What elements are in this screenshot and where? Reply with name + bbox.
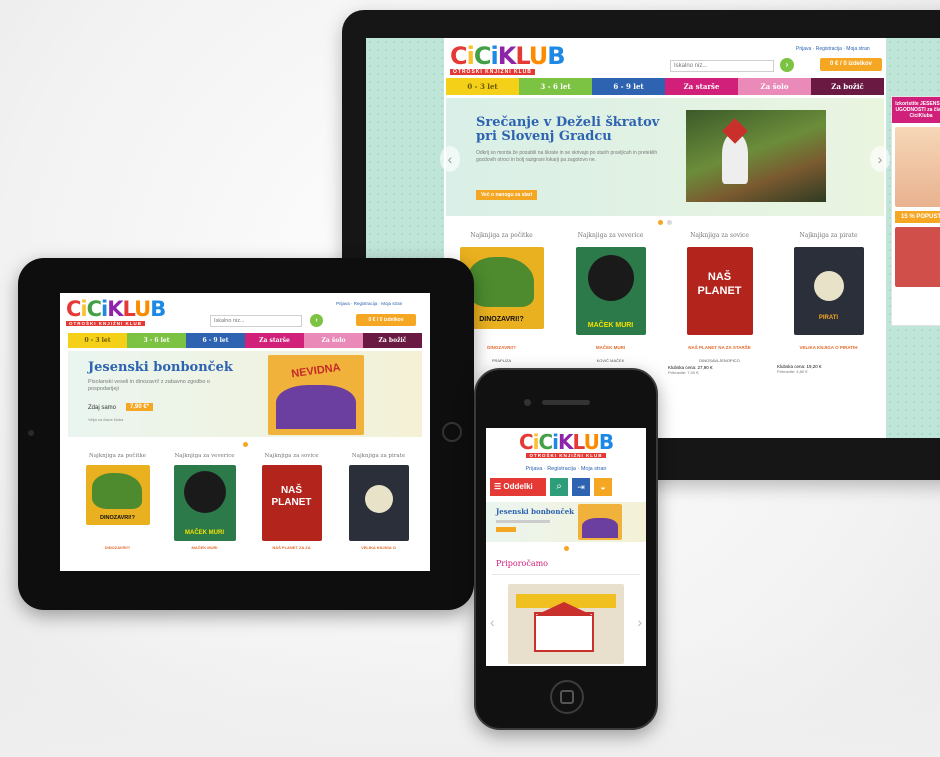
main-nav: 0 - 3 let 3 - 6 let 6 - 9 let Za starše …: [446, 78, 884, 95]
product-card[interactable]: Najknjiga za pirate VELIKA KNJIGA O: [339, 453, 418, 550]
price-badge: 7,90 €*: [126, 403, 154, 411]
featured-product-image[interactable]: [508, 584, 624, 664]
hero-title: Jesenski bonbonček: [88, 360, 233, 375]
nav-item[interactable]: Za božič: [811, 78, 884, 95]
search-input[interactable]: Iskalno niz...: [210, 315, 302, 327]
section-title: Priporočamo: [496, 559, 548, 568]
prev-arrow-icon[interactable]: ‹: [490, 614, 495, 630]
column-heading: Najknjiga za sovice: [690, 232, 749, 239]
hero-book[interactable]: NEVIDNA: [268, 355, 364, 435]
top-links[interactable]: Prijava · Registracija · Moja stran: [486, 466, 646, 472]
nav-item[interactable]: Za starše: [665, 78, 738, 95]
slider-dots: [486, 546, 646, 551]
tablet: CiCiKLUB OTROŠKI KNJIŽNI KLUB Prijava · …: [18, 258, 474, 610]
device-showcase: CiCiKLUB OTROŠKI KNJIŽNI KLUB Prijava · …: [0, 0, 940, 757]
search-icon[interactable]: ›: [310, 314, 323, 327]
hero-slider: Jesenski bonbonček Pisolanski veseli in …: [68, 351, 422, 437]
tablet-screen: CiCiKLUB OTROŠKI KNJIŽNI KLUB Prijava · …: [60, 293, 430, 571]
book-cover[interactable]: PIRATI: [793, 247, 864, 335]
phone-screen: CiCiKLUB OTROŠKI KNJIŽNI KLUB Prijava · …: [486, 428, 646, 666]
login-icon[interactable]: ⇥: [572, 478, 590, 496]
main-nav: 0 - 3 let 3 - 6 let 6 - 9 let Za starše …: [68, 333, 422, 348]
nav-item[interactable]: 0 - 3 let: [446, 78, 519, 95]
logo[interactable]: CiCiKLUB OTROŠKI KNJIŽNI KLUB: [66, 299, 166, 326]
hero-image: [686, 110, 826, 202]
product-card[interactable]: Najknjiga za veverice MAČEK MURI MAČEK M…: [559, 232, 662, 375]
product-card[interactable]: Najknjiga za sovice NAŠ PLANET NAŠ PLANE…: [668, 232, 771, 375]
hero-button[interactable]: Več o nanogu za stari: [476, 190, 538, 200]
book-cover[interactable]: MAČEK MURI: [575, 247, 646, 335]
search-input[interactable]: Iskalno niz...: [670, 60, 774, 72]
slider-dots: [444, 220, 886, 225]
home-button[interactable]: [442, 422, 462, 442]
side-banner[interactable]: Izkoristite JESENSKE UGODNOSTI za člane …: [891, 96, 940, 326]
slider-prev-icon[interactable]: ‹: [440, 146, 460, 172]
cart-icon[interactable]: ◒: [594, 478, 612, 496]
menu-button[interactable]: ☰ Oddelki: [490, 478, 546, 496]
logo-tagline: OTROŠKI KNJIŽNI KLUB: [450, 69, 535, 75]
hamburger-icon: ☰: [494, 482, 502, 491]
cart-button[interactable]: 0 € / 0 izdelkov: [820, 58, 882, 71]
column-heading: Najknjiga za pirate: [799, 232, 858, 239]
top-links[interactable]: Prijava · Registracija · Moja stran: [796, 46, 870, 52]
cart-button[interactable]: 0 € / 0 izdelkov: [356, 314, 416, 326]
hero-text: Odkrij so morda že pozabili na škrate in…: [476, 150, 658, 163]
product-card[interactable]: Najknjiga za počitke DINOZAVRI!? DINOZAV…: [78, 453, 157, 550]
hero-slider: Jesenski bonbonček: [486, 502, 646, 542]
column-heading: Najknjiga za počitke: [470, 232, 533, 239]
product-card[interactable]: Najknjiga za veverice MAČEK MURI MAČEK M…: [165, 453, 244, 550]
family-photo: [895, 127, 940, 207]
product-columns: Najknjiga za počitke DINOZAVRI!? DINOZAV…: [450, 232, 880, 375]
hero-text: Pisolanski veseli in dinozavri! z zabavn…: [88, 379, 210, 393]
logo[interactable]: CiCiKLUB OTROŠKI KNJIŽNI KLUB: [486, 432, 646, 458]
nav-item[interactable]: Za šolo: [738, 78, 811, 95]
nav-item[interactable]: 3 - 6 let: [519, 78, 592, 95]
slider-dots: [60, 442, 430, 447]
phone: CiCiKLUB OTROŠKI KNJIŽNI KLUB Prijava · …: [474, 368, 658, 730]
search-icon[interactable]: ⌕: [550, 478, 568, 496]
book-cover[interactable]: NAŠ PLANET: [686, 247, 753, 335]
product-columns: Najknjiga za počitke DINOZAVRI!? DINOZAV…: [78, 453, 418, 550]
logo[interactable]: CiCiKLUB OTROŠKI KNJIŽNI KLUB: [450, 44, 566, 75]
floor-shadow: [0, 637, 940, 757]
hero-title: Srečanje v Deželi škratov pri Slovenj Gr…: [476, 115, 660, 145]
slider-next-icon[interactable]: ›: [870, 146, 890, 172]
product-card[interactable]: Najknjiga za pirate PIRATI VELIKA KNJIGA…: [777, 232, 880, 375]
nav-item[interactable]: 6 - 9 let: [592, 78, 665, 95]
next-arrow-icon[interactable]: ›: [637, 614, 642, 630]
column-heading: Najknjiga za veverice: [577, 232, 644, 239]
product-card[interactable]: Najknjiga za sovice NAŠ PLANET NAŠ PLANE…: [252, 453, 331, 550]
hero-title: Jesenski bonbonček: [496, 507, 575, 516]
search-icon[interactable]: ›: [780, 58, 794, 72]
top-links[interactable]: Prijava · Registracija · Moja stran: [336, 301, 402, 306]
hero-slider: Srečanje v Deželi škratov pri Slovenj Gr…: [440, 98, 890, 216]
